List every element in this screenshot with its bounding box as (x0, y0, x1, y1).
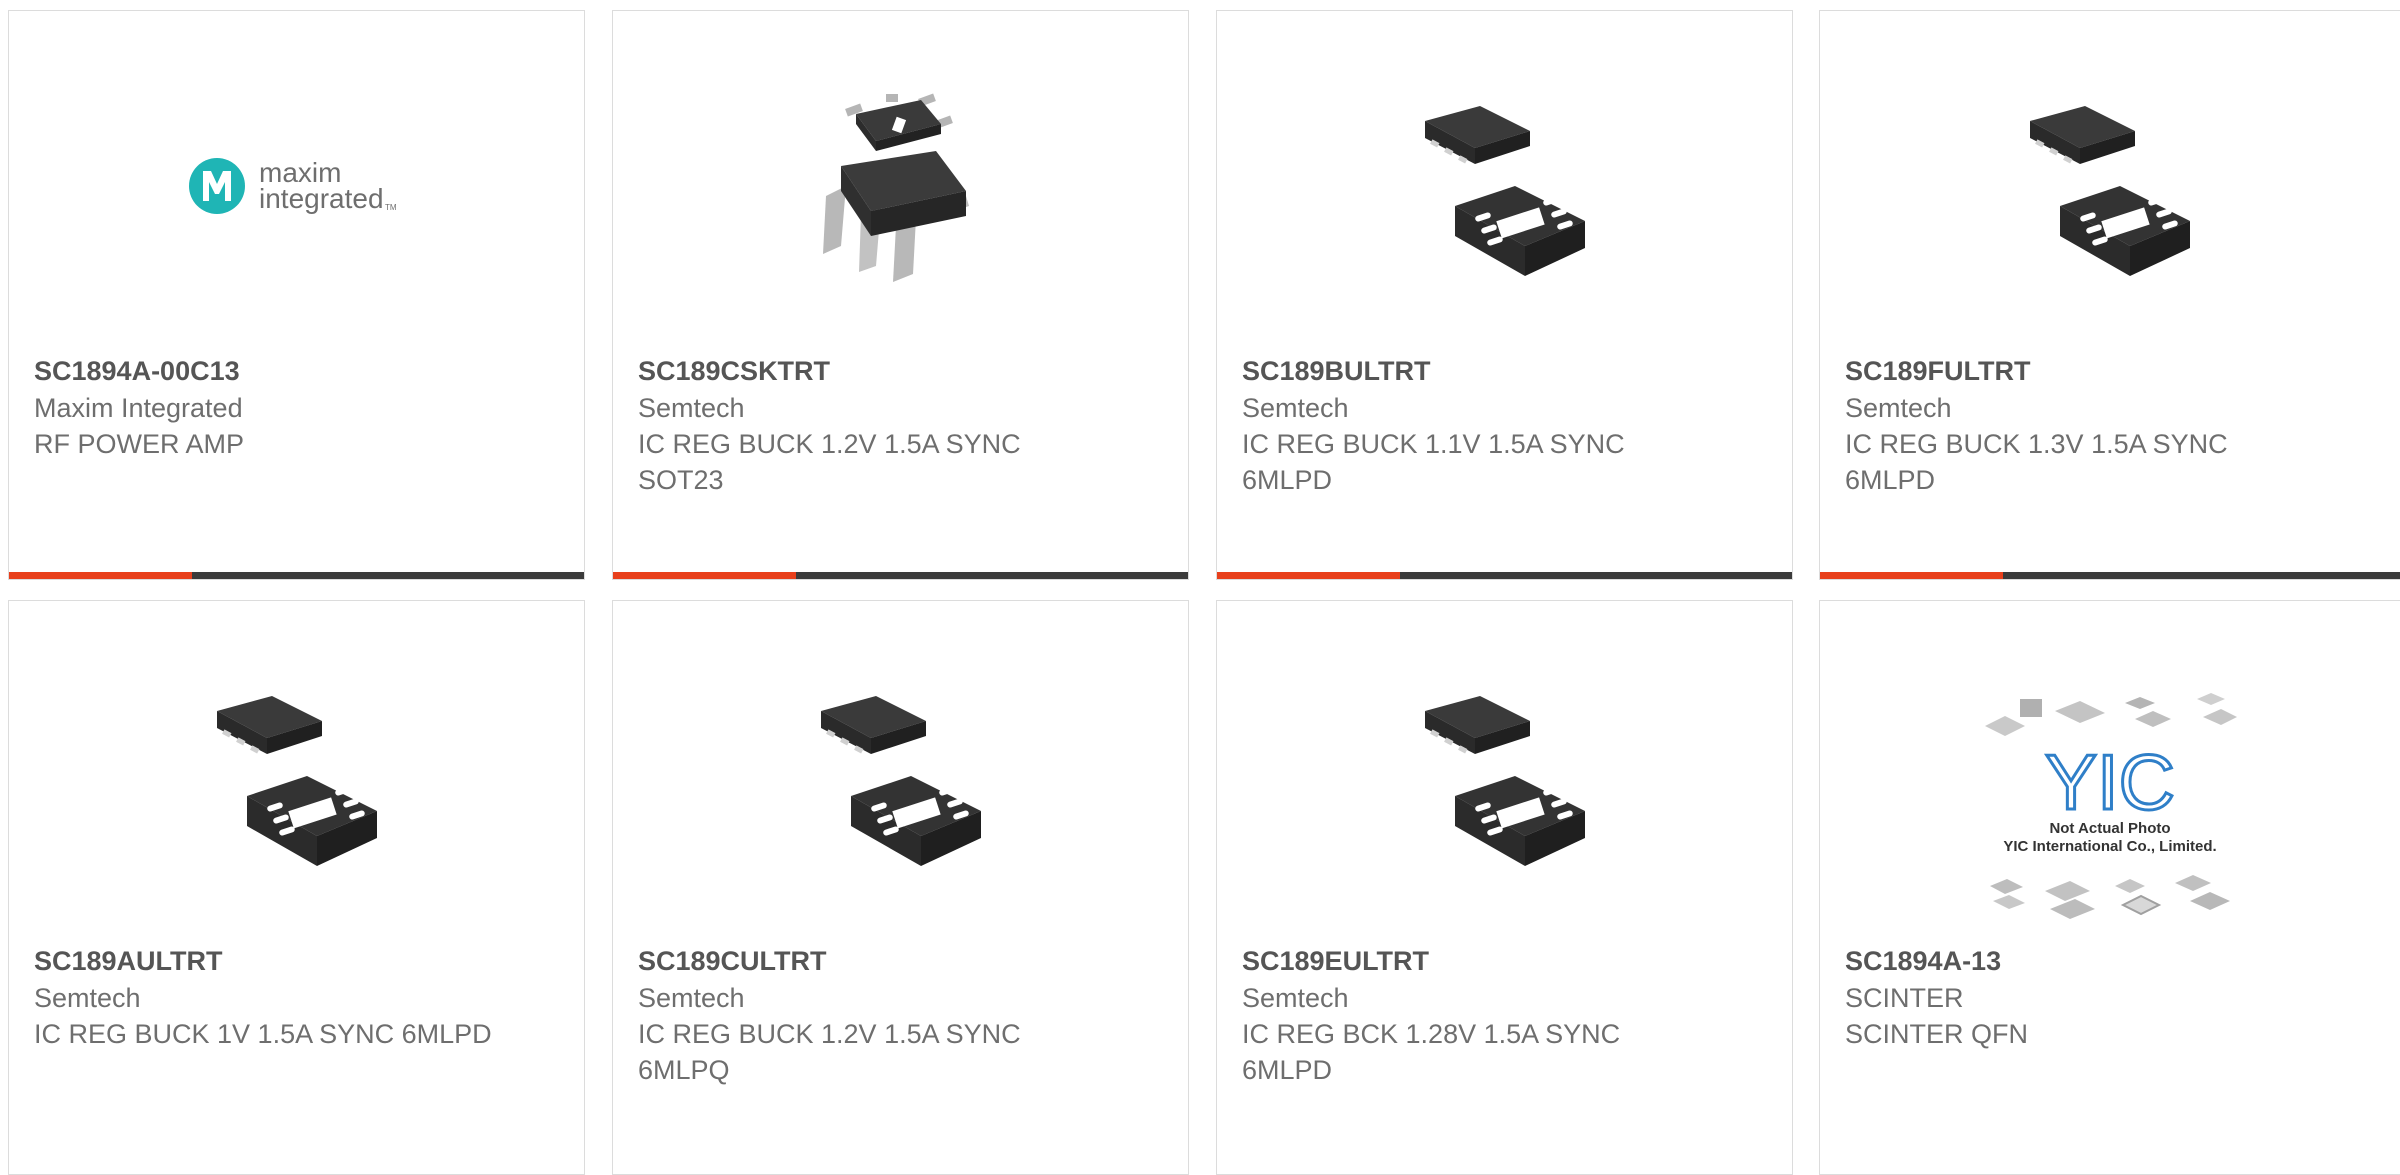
card-bottom-bar (1820, 572, 2400, 579)
product-info: SC189BULTRT Semtech IC REG BUCK 1.1V 1.5… (1242, 353, 1772, 498)
description: IC REG BUCK 1.3V 1.5A SYNC 6MLPD (1845, 429, 2228, 495)
product-image-mlpd[interactable] (1820, 61, 2400, 311)
product-info: SC189CSKTRT Semtech IC REG BUCK 1.2V 1.5… (638, 353, 1168, 498)
part-number[interactable]: SC189FULTRT (1845, 353, 2380, 390)
part-number[interactable]: SC1894A-13 (1845, 943, 2380, 980)
card-accent-bar (9, 572, 192, 579)
card-accent-bar (1217, 572, 1400, 579)
manufacturer: SCINTER (1845, 983, 1964, 1013)
card-accent-bar (1820, 572, 2003, 579)
product-card[interactable]: SC189FULTRT Semtech IC REG BUCK 1.3V 1.5… (1819, 10, 2400, 580)
description: RF POWER AMP (34, 429, 245, 459)
description: IC REG BCK 1.28V 1.5A SYNC 6MLPD (1242, 1019, 1621, 1085)
yic-logo-text: YIC (2045, 738, 2175, 826)
product-card[interactable]: maxim integrated TM SC1894A-00C13 Maxim … (8, 10, 585, 580)
card-bottom-bar (613, 572, 1188, 579)
product-info: SC189FULTRT Semtech IC REG BUCK 1.3V 1.5… (1845, 353, 2380, 498)
card-accent-bar (613, 572, 796, 579)
part-number[interactable]: SC1894A-00C13 (34, 353, 564, 390)
maxim-logo-text-2: integrated (259, 183, 384, 214)
product-image-yic-placeholder[interactable]: YIC Not Actual Photo YIC International C… (1820, 686, 2400, 936)
part-number[interactable]: SC189CULTRT (638, 943, 1168, 980)
part-number[interactable]: SC189BULTRT (1242, 353, 1772, 390)
product-image-mlpd[interactable] (9, 651, 584, 901)
manufacturer: Semtech (1242, 393, 1349, 423)
description: IC REG BUCK 1.2V 1.5A SYNC SOT23 (638, 429, 1021, 495)
product-card[interactable]: SC189EULTRT Semtech IC REG BCK 1.28V 1.5… (1216, 600, 1793, 1175)
description: IC REG BUCK 1V 1.5A SYNC 6MLPD (34, 1019, 492, 1049)
maxim-logo-tm: TM (385, 203, 397, 212)
product-card[interactable]: SC189CSKTRT Semtech IC REG BUCK 1.2V 1.5… (612, 10, 1189, 580)
part-number[interactable]: SC189AULTRT (34, 943, 564, 980)
description: IC REG BUCK 1.1V 1.5A SYNC 6MLPD (1242, 429, 1625, 495)
product-info: SC189CULTRT Semtech IC REG BUCK 1.2V 1.5… (638, 943, 1168, 1088)
part-number[interactable]: SC189CSKTRT (638, 353, 1168, 390)
manufacturer: Semtech (638, 393, 745, 423)
card-bottom-bar (9, 572, 584, 579)
product-info: SC189AULTRT Semtech IC REG BUCK 1V 1.5A … (34, 943, 564, 1052)
product-card[interactable]: SC189AULTRT Semtech IC REG BUCK 1V 1.5A … (8, 600, 585, 1175)
yic-logo: YIC (2043, 737, 2176, 828)
card-bottom-bar (1217, 572, 1792, 579)
product-card[interactable]: SC189BULTRT Semtech IC REG BUCK 1.1V 1.5… (1216, 10, 1793, 580)
product-image-mlpd[interactable] (1217, 61, 1792, 311)
product-info: SC1894A-00C13 Maxim Integrated RF POWER … (34, 353, 564, 462)
product-image-mlpd[interactable] (613, 651, 1188, 901)
product-info: SC1894A-13 SCINTER SCINTER QFN (1845, 943, 2380, 1052)
product-card[interactable]: SC189CULTRT Semtech IC REG BUCK 1.2V 1.5… (612, 600, 1189, 1175)
manufacturer: Semtech (638, 983, 745, 1013)
product-info: SC189EULTRT Semtech IC REG BCK 1.28V 1.5… (1242, 943, 1772, 1088)
product-card[interactable]: YIC Not Actual Photo YIC International C… (1819, 600, 2400, 1175)
manufacturer: Semtech (34, 983, 141, 1013)
description: IC REG BUCK 1.2V 1.5A SYNC 6MLPQ (638, 1019, 1021, 1085)
manufacturer: Maxim Integrated (34, 393, 243, 423)
manufacturer: Semtech (1845, 393, 1952, 423)
product-image-maxim-logo[interactable]: maxim integrated TM (9, 61, 584, 311)
product-grid: maxim integrated TM SC1894A-00C13 Maxim … (0, 0, 2400, 1175)
manufacturer: Semtech (1242, 983, 1349, 1013)
not-actual-photo-text: Not Actual Photo (2049, 820, 2170, 837)
part-number[interactable]: SC189EULTRT (1242, 943, 1772, 980)
product-image-mlpd[interactable] (1217, 651, 1792, 901)
yic-company-text: YIC International Co., Limited. (2003, 838, 2216, 855)
description: SCINTER QFN (1845, 1019, 2029, 1049)
product-image-sot23[interactable] (613, 61, 1188, 311)
